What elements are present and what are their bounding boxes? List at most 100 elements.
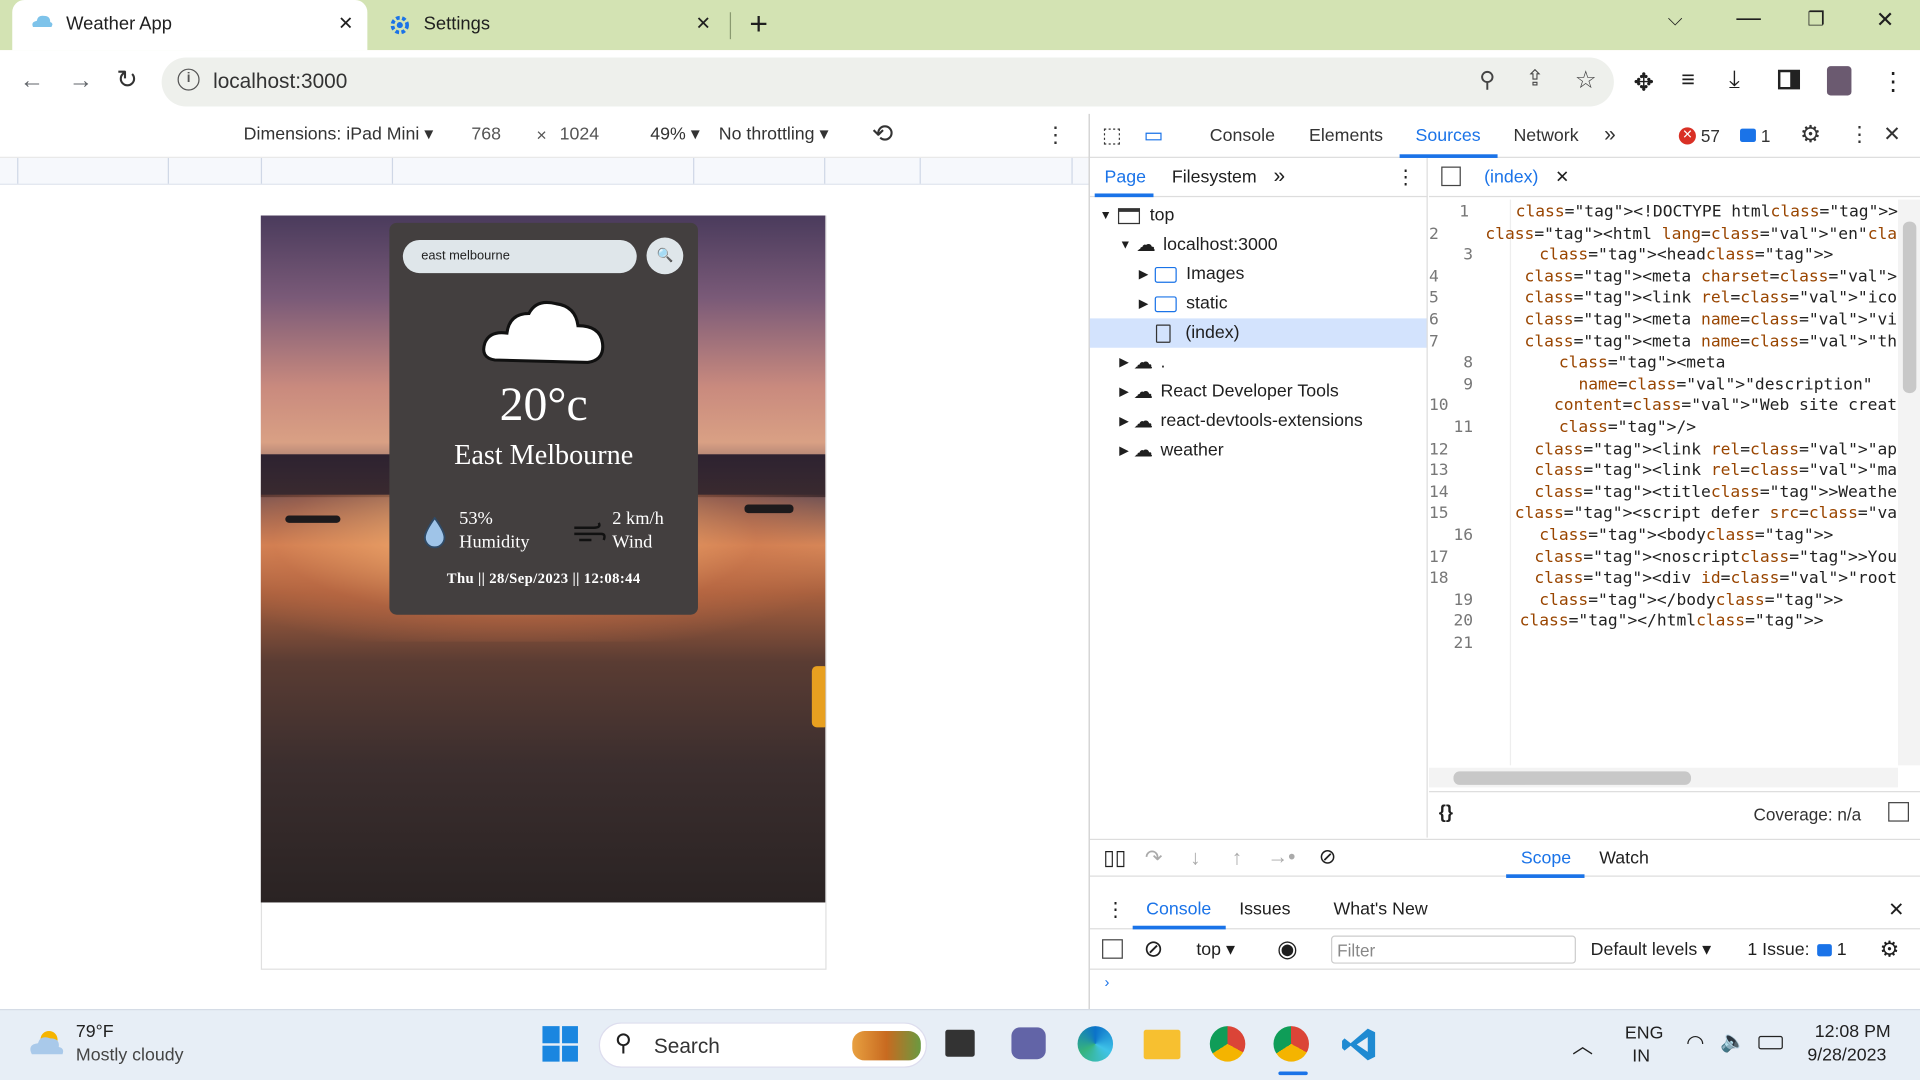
search-button[interactable]: 🔍 bbox=[646, 237, 684, 275]
devtools-close-icon[interactable]: ✕ bbox=[1883, 122, 1900, 146]
teams-icon[interactable] bbox=[1011, 1027, 1046, 1060]
tab-console[interactable]: Console bbox=[1210, 126, 1275, 146]
share-icon[interactable]: ⇪ bbox=[1526, 66, 1544, 92]
device-options-icon[interactable]: ⋮ bbox=[1044, 122, 1066, 148]
line-number[interactable]: 10 bbox=[1429, 397, 1449, 419]
tree-item-static[interactable]: ▶ static bbox=[1090, 289, 1427, 318]
code-line[interactable]: 6 class="tag"><meta name=class="val">"vi… bbox=[1429, 311, 1898, 333]
code-line[interactable]: 19 class="tag"></bodyclass="tag">> bbox=[1429, 591, 1898, 613]
code-line[interactable]: 21 bbox=[1429, 634, 1898, 656]
minimize-icon[interactable]: — bbox=[1736, 5, 1760, 33]
line-number[interactable]: 4 bbox=[1429, 268, 1439, 290]
tab-settings[interactable]: Settings ✕ bbox=[367, 0, 725, 50]
drawer-tab-console[interactable]: Console bbox=[1146, 900, 1211, 920]
console-sidebar-icon[interactable] bbox=[1102, 939, 1123, 959]
issues-count[interactable]: 1 bbox=[1837, 940, 1847, 960]
console-filter-input[interactable]: Filter bbox=[1331, 935, 1576, 964]
pause-icon[interactable]: ▯▯ bbox=[1103, 846, 1126, 870]
window-close-icon[interactable]: ✕ bbox=[1876, 7, 1894, 33]
line-number[interactable]: 13 bbox=[1429, 462, 1449, 484]
log-levels-select[interactable]: Default levels ▾ bbox=[1591, 940, 1711, 960]
settings-gear-icon[interactable]: ⚙ bbox=[1800, 121, 1821, 149]
code-line[interactable]: 10 content=class="val">"Web site created… bbox=[1429, 397, 1898, 419]
tab-weather-app[interactable]: Weather App ✕ bbox=[12, 0, 368, 51]
drawer-tab-whats-new[interactable]: What's New bbox=[1333, 900, 1427, 920]
bookmark-star-icon[interactable]: ☆ bbox=[1575, 65, 1597, 96]
coverage-panel-icon[interactable] bbox=[1888, 802, 1909, 822]
line-number[interactable]: 6 bbox=[1429, 311, 1439, 333]
code-line[interactable]: 11 class="tag">/> bbox=[1429, 419, 1898, 441]
task-view-icon[interactable] bbox=[945, 1029, 975, 1057]
restore-icon[interactable]: ❐ bbox=[1807, 7, 1825, 31]
vertical-scrollbar[interactable] bbox=[1897, 199, 1920, 766]
tab-scope[interactable]: Scope bbox=[1521, 849, 1571, 869]
tab-network[interactable]: Network bbox=[1513, 126, 1578, 146]
code-line[interactable]: 13 class="tag"><link rel=class="val">"ma… bbox=[1429, 462, 1898, 484]
step-into-icon[interactable]: ↓ bbox=[1190, 846, 1200, 870]
clock-date[interactable]: 9/28/2023 bbox=[1807, 1046, 1886, 1066]
code-area[interactable]: 1 class="tag"><!DOCTYPE htmlclass="tag">>… bbox=[1429, 203, 1898, 766]
step-icon[interactable]: →• bbox=[1267, 845, 1295, 869]
line-number[interactable]: 9 bbox=[1429, 376, 1473, 398]
line-number[interactable]: 16 bbox=[1429, 526, 1473, 548]
drawer-menu-icon[interactable]: ⋮ bbox=[1106, 898, 1126, 922]
pretty-print-icon[interactable]: {} bbox=[1439, 802, 1453, 823]
tree-item-localhost[interactable]: ▼ ☁ localhost:3000 bbox=[1090, 230, 1427, 259]
media-query-ruler[interactable] bbox=[0, 157, 1089, 185]
start-windows-icon[interactable] bbox=[542, 1026, 578, 1062]
file-explorer-icon[interactable] bbox=[1143, 1029, 1181, 1060]
context-select[interactable]: top ▾ bbox=[1196, 940, 1235, 960]
vscode-icon[interactable] bbox=[1341, 1026, 1378, 1063]
code-line[interactable]: 3 class="tag"><headclass="tag">> bbox=[1429, 246, 1898, 268]
line-number[interactable]: 20 bbox=[1429, 613, 1473, 635]
reload-icon[interactable]: ↻ bbox=[116, 65, 138, 96]
edge-icon[interactable] bbox=[1077, 1026, 1114, 1062]
code-line[interactable]: 5 class="tag"><link rel=class="val">"ico… bbox=[1429, 289, 1898, 311]
back-icon[interactable]: ← bbox=[20, 67, 44, 95]
line-number[interactable]: 3 bbox=[1429, 246, 1473, 268]
close-editor-tab-icon[interactable]: ✕ bbox=[1555, 167, 1569, 188]
editor-tab-index[interactable]: (index) bbox=[1484, 168, 1538, 188]
close-tab-icon[interactable]: ✕ bbox=[338, 12, 353, 34]
horizontal-scrollbar[interactable] bbox=[1428, 767, 1898, 788]
volume-icon[interactable]: 🔈 bbox=[1720, 1030, 1746, 1054]
code-line[interactable]: 20 class="tag"></htmlclass="tag">> bbox=[1429, 613, 1898, 635]
wifi-icon[interactable]: ◠ bbox=[1686, 1031, 1704, 1055]
show-hidden-icons-chevron[interactable]: ︿ bbox=[1572, 1029, 1593, 1060]
drawer-close-icon[interactable]: ✕ bbox=[1888, 898, 1904, 922]
deactivate-breakpoints-icon[interactable]: ⊘ bbox=[1319, 845, 1336, 869]
download-icon[interactable]: ⤓ bbox=[1729, 66, 1740, 94]
rotate-icon[interactable]: ⟲ bbox=[872, 119, 894, 150]
devtools-menu-icon[interactable]: ⋮ bbox=[1849, 122, 1870, 146]
code-line[interactable]: 7 class="tag"><meta name=class="val">"th… bbox=[1429, 333, 1898, 355]
line-number[interactable]: 7 bbox=[1429, 333, 1439, 355]
chrome-profile-icon[interactable] bbox=[1273, 1026, 1309, 1062]
line-number[interactable]: 2 bbox=[1429, 225, 1439, 247]
extensions-icon[interactable]: ✥ bbox=[1633, 67, 1654, 98]
language-indicator[interactable]: ENG bbox=[1625, 1024, 1663, 1044]
issues-label[interactable]: 1 Issue: bbox=[1747, 940, 1809, 960]
line-number[interactable]: 12 bbox=[1429, 440, 1449, 462]
taskbar-weather-desc[interactable]: Mostly cloudy bbox=[76, 1046, 184, 1066]
tab-page[interactable]: Page bbox=[1104, 168, 1145, 188]
error-count[interactable]: 57 bbox=[1701, 126, 1720, 146]
inspect-element-icon[interactable]: ⬚ bbox=[1102, 124, 1122, 148]
side-panel-icon[interactable] bbox=[1777, 69, 1801, 90]
tab-search-chevron-icon[interactable]: ⌵ bbox=[1668, 10, 1683, 32]
menu-kebab-icon[interactable]: ⋮ bbox=[1881, 66, 1905, 97]
step-out-icon[interactable]: ↑ bbox=[1232, 846, 1242, 870]
code-line[interactable]: 17 class="tag"><noscriptclass="tag">>You… bbox=[1429, 548, 1898, 570]
drawer-tab-issues[interactable]: Issues bbox=[1239, 900, 1290, 920]
region-indicator[interactable]: IN bbox=[1632, 1047, 1650, 1067]
tree-item-react-dev-tools[interactable]: ▶ ☁ React Developer Tools bbox=[1090, 377, 1427, 406]
toggle-navigator-icon[interactable] bbox=[1441, 166, 1461, 187]
line-number[interactable]: 8 bbox=[1429, 354, 1473, 376]
line-number[interactable]: 11 bbox=[1429, 419, 1473, 441]
line-number[interactable]: 21 bbox=[1429, 634, 1473, 656]
line-number[interactable]: 15 bbox=[1429, 505, 1449, 527]
throttling-select[interactable]: No throttling ▾ bbox=[719, 125, 829, 145]
weather-cloud-sun-icon[interactable] bbox=[27, 1027, 66, 1059]
tree-item-index[interactable]: (index) bbox=[1089, 318, 1427, 348]
tab-filesystem[interactable]: Filesystem bbox=[1172, 168, 1257, 188]
device-toggle-icon[interactable]: ▭ bbox=[1144, 124, 1164, 148]
